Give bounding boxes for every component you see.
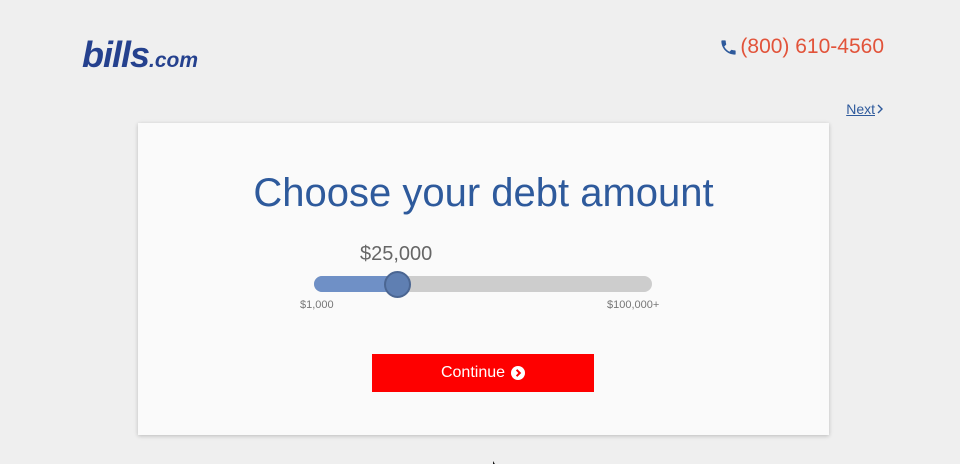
logo-main-text: bills	[82, 34, 150, 75]
phone-icon	[719, 38, 738, 57]
page: bills.com (800) 610-4560 Next Choose you…	[0, 0, 960, 464]
continue-button[interactable]: Continue	[372, 354, 594, 392]
page-title: Choose your debt amount	[253, 171, 714, 215]
phone-link[interactable]: (800) 610-4560	[719, 35, 884, 59]
logo-tld-text: .com	[149, 49, 199, 72]
debt-amount-card: Choose your debt amount $25,000 $1,000 $…	[138, 123, 829, 435]
slider-thumb[interactable]	[383, 271, 411, 298]
mouse-cursor	[492, 456, 502, 464]
phone-number: (800) 610-4560	[740, 35, 884, 58]
slider-max-label: $100,000+	[607, 299, 660, 311]
next-link[interactable]: Next	[846, 101, 884, 117]
slider-min-label: $1,000	[300, 299, 334, 311]
selected-amount: $25,000	[360, 243, 433, 265]
bills-logo[interactable]: bills.com	[82, 34, 198, 76]
next-label: Next	[846, 101, 875, 117]
continue-label: Continue	[440, 364, 506, 381]
circle-chevron-right-icon	[511, 366, 526, 380]
debt-amount-slider[interactable]	[314, 271, 652, 298]
chevron-right-icon	[877, 104, 884, 114]
